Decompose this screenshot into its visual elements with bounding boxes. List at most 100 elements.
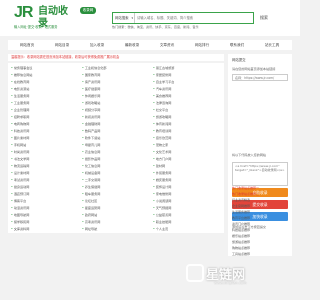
nav-item[interactable]: 联系我们 bbox=[220, 40, 254, 50]
grid-link[interactable]: •公益慈善网 bbox=[153, 212, 223, 219]
grid-link[interactable]: •天气预报网 bbox=[153, 205, 223, 212]
grid-link[interactable]: •教育培训网 bbox=[153, 128, 223, 135]
grid-link[interactable]: •企业管理网 bbox=[11, 107, 81, 114]
grid-link[interactable]: •留学移民网 bbox=[11, 219, 81, 226]
grid-link[interactable]: •母婴育儿网 bbox=[82, 142, 152, 149]
grid-link[interactable]: •法律咨询网 bbox=[153, 100, 223, 107]
grid-link[interactable]: •装饰设计网 bbox=[153, 184, 223, 191]
grid-link[interactable]: •机械设备网 bbox=[82, 170, 152, 177]
recommend-item[interactable]: 行业资讯精选 bbox=[232, 198, 292, 202]
grid-link[interactable]: •考试资讯网 bbox=[11, 177, 81, 184]
grid-link[interactable]: •在线教育网 bbox=[11, 79, 81, 86]
grid-link[interactable]: •软件下载站 bbox=[82, 135, 152, 142]
grid-link[interactable]: •网址导航 bbox=[82, 226, 152, 233]
bullet-icon: • bbox=[11, 101, 13, 105]
grid-link[interactable]: •租车服务网 bbox=[82, 191, 152, 198]
grid-link[interactable]: •房产资讯网 bbox=[82, 79, 152, 86]
grid-link[interactable]: •时尚资讯网 bbox=[11, 149, 81, 156]
grid-link[interactable]: •家居装修网 bbox=[153, 72, 223, 79]
site-logo[interactable]: JR 自动收录 收录网 输入网址·提交·收录一站式服务 bbox=[14, 4, 96, 32]
grid-link[interactable]: •美食推荐网 bbox=[153, 93, 223, 100]
recommend-item[interactable]: 科技站点推荐 bbox=[232, 228, 292, 232]
nav-item[interactable]: 加入收录 bbox=[80, 40, 114, 50]
recommend-item[interactable]: 娱乐站点推荐 bbox=[232, 234, 292, 238]
grid-link[interactable]: •休闲娱乐网 bbox=[82, 93, 152, 100]
recommend-item[interactable]: 生活服务推荐 bbox=[232, 210, 292, 214]
grid-link[interactable]: •图片素材网 bbox=[11, 135, 81, 142]
grid-link[interactable]: •动漫资讯网 bbox=[11, 205, 81, 212]
grid-link[interactable]: •设计素材网 bbox=[11, 170, 81, 177]
recommend-item[interactable]: 企业官网推荐 bbox=[232, 204, 292, 208]
recommend-item[interactable]: 购物站点推荐 bbox=[232, 246, 292, 250]
grid-link[interactable]: •职业技能网 bbox=[153, 219, 223, 226]
grid-link[interactable]: •自主学习平台 bbox=[153, 79, 223, 86]
recommend-item[interactable]: 旅游站点推荐 bbox=[232, 240, 292, 244]
grid-link[interactable]: •音乐欣赏网 bbox=[153, 135, 223, 142]
grid-link[interactable]: •丽江古城旅游 bbox=[153, 65, 223, 72]
nav-item[interactable]: 网站排行 bbox=[185, 40, 219, 50]
grid-link[interactable]: •数码产品网 bbox=[82, 128, 152, 135]
grid-link[interactable]: •建材网 bbox=[153, 163, 223, 170]
grid-link[interactable]: •化工信息网 bbox=[82, 163, 152, 170]
grid-link[interactable]: •手机网站 bbox=[11, 142, 81, 149]
grid-link[interactable]: •国家教育网 bbox=[82, 72, 152, 79]
grid-link[interactable]: •视频分享网 bbox=[82, 107, 152, 114]
grid-link[interactable]: •常务理事会议 bbox=[11, 65, 81, 72]
grid-link[interactable]: •家电维修网 bbox=[153, 191, 223, 198]
bullet-icon: • bbox=[82, 185, 84, 189]
nav-item[interactable]: 最新收录 bbox=[115, 40, 149, 50]
nav-item[interactable]: 网站目录 bbox=[45, 40, 79, 50]
grid-link[interactable]: •汽车资讯网 bbox=[153, 86, 223, 93]
grid-link[interactable]: •政府网站 bbox=[82, 212, 152, 219]
grid-link[interactable]: •体育新闻网 bbox=[153, 121, 223, 128]
grid-link[interactable]: •个人主页 bbox=[153, 226, 223, 233]
grid-link[interactable]: •旅游攻略网 bbox=[153, 114, 223, 121]
url-field[interactable]: 名称：https://www.jr.com/ bbox=[232, 74, 288, 81]
grid-link[interactable]: •宠物之家 bbox=[153, 142, 223, 149]
grid-link[interactable]: •博客平台 bbox=[11, 198, 81, 205]
grid-link[interactable]: •小说阅读网 bbox=[153, 198, 223, 205]
grid-link[interactable]: •养生保健网 bbox=[82, 184, 152, 191]
nav-item[interactable]: 网站首页 bbox=[10, 40, 44, 50]
grid-link[interactable]: •酒店预订网 bbox=[11, 191, 81, 198]
grid-link[interactable]: •电影资源站 bbox=[11, 86, 81, 93]
grid-link[interactable]: •招聘求职网 bbox=[11, 114, 81, 121]
nav-item[interactable]: 站长工具 bbox=[255, 40, 289, 50]
grid-link[interactable]: •健身运动网 bbox=[11, 184, 81, 191]
search-type-select[interactable]: 网站搜索 ▾ bbox=[113, 13, 135, 23]
grid-link[interactable]: •文库资料网 bbox=[11, 226, 81, 233]
recommend-item[interactable]: 教育平台推荐 bbox=[232, 216, 292, 220]
grid-link[interactable]: •工业和信息化部 bbox=[82, 65, 152, 72]
search-button[interactable]: 搜索 bbox=[253, 12, 275, 24]
grid-link[interactable]: •文化艺术网 bbox=[153, 149, 223, 156]
grid-link[interactable]: •二手交易网 bbox=[82, 177, 152, 184]
recommend-item[interactable]: 工具站点推荐 bbox=[232, 252, 292, 256]
grid-link[interactable]: •科技资讯网 bbox=[11, 128, 81, 135]
grid-link[interactable]: •地图导航网 bbox=[11, 212, 81, 219]
grid-link[interactable]: •外贸服务网 bbox=[153, 170, 223, 177]
grid-link[interactable]: •摄影作品网 bbox=[82, 156, 152, 163]
grid-link[interactable]: •电商购物网 bbox=[11, 121, 81, 128]
search-input[interactable] bbox=[137, 13, 251, 23]
recommend-item[interactable]: 热门收录站点推荐一 bbox=[232, 186, 292, 190]
grid-link[interactable]: •医疗健康网 bbox=[82, 86, 152, 93]
grid-link[interactable]: •生活服务网 bbox=[11, 93, 81, 100]
recommend-item[interactable]: 热门收录站点推荐二 bbox=[232, 192, 292, 196]
grid-link[interactable]: •婚庆服务网 bbox=[153, 177, 223, 184]
grid-link[interactable]: •社交平台 bbox=[153, 107, 223, 114]
grid-link[interactable]: •论坛社区 bbox=[82, 198, 152, 205]
grid-link[interactable]: •推荐信息网站 bbox=[11, 72, 81, 79]
grid-link[interactable]: •物流运输网 bbox=[11, 163, 81, 170]
link-code-box[interactable]: <a href="https://www.jr.com" target="_bl… bbox=[232, 162, 288, 186]
grid-link[interactable]: •地方门户网 bbox=[153, 156, 223, 163]
grid-link[interactable]: •游戏攻略站 bbox=[82, 100, 152, 107]
grid-link[interactable]: •农业信息网 bbox=[82, 149, 152, 156]
grid-link[interactable]: •书法文学网 bbox=[11, 156, 81, 163]
nav-item[interactable]: 文章资讯 bbox=[150, 40, 184, 50]
grid-link[interactable]: •高考资讯网 bbox=[82, 219, 152, 226]
grid-link[interactable]: •工业服务网 bbox=[11, 100, 81, 107]
grid-link[interactable]: •新闻资讯网 bbox=[82, 114, 152, 121]
grid-link[interactable]: •星座运势网 bbox=[82, 205, 152, 212]
recommend-item[interactable]: 资讯门户推荐 bbox=[232, 222, 292, 226]
grid-link[interactable]: •金融理财网 bbox=[82, 121, 152, 128]
